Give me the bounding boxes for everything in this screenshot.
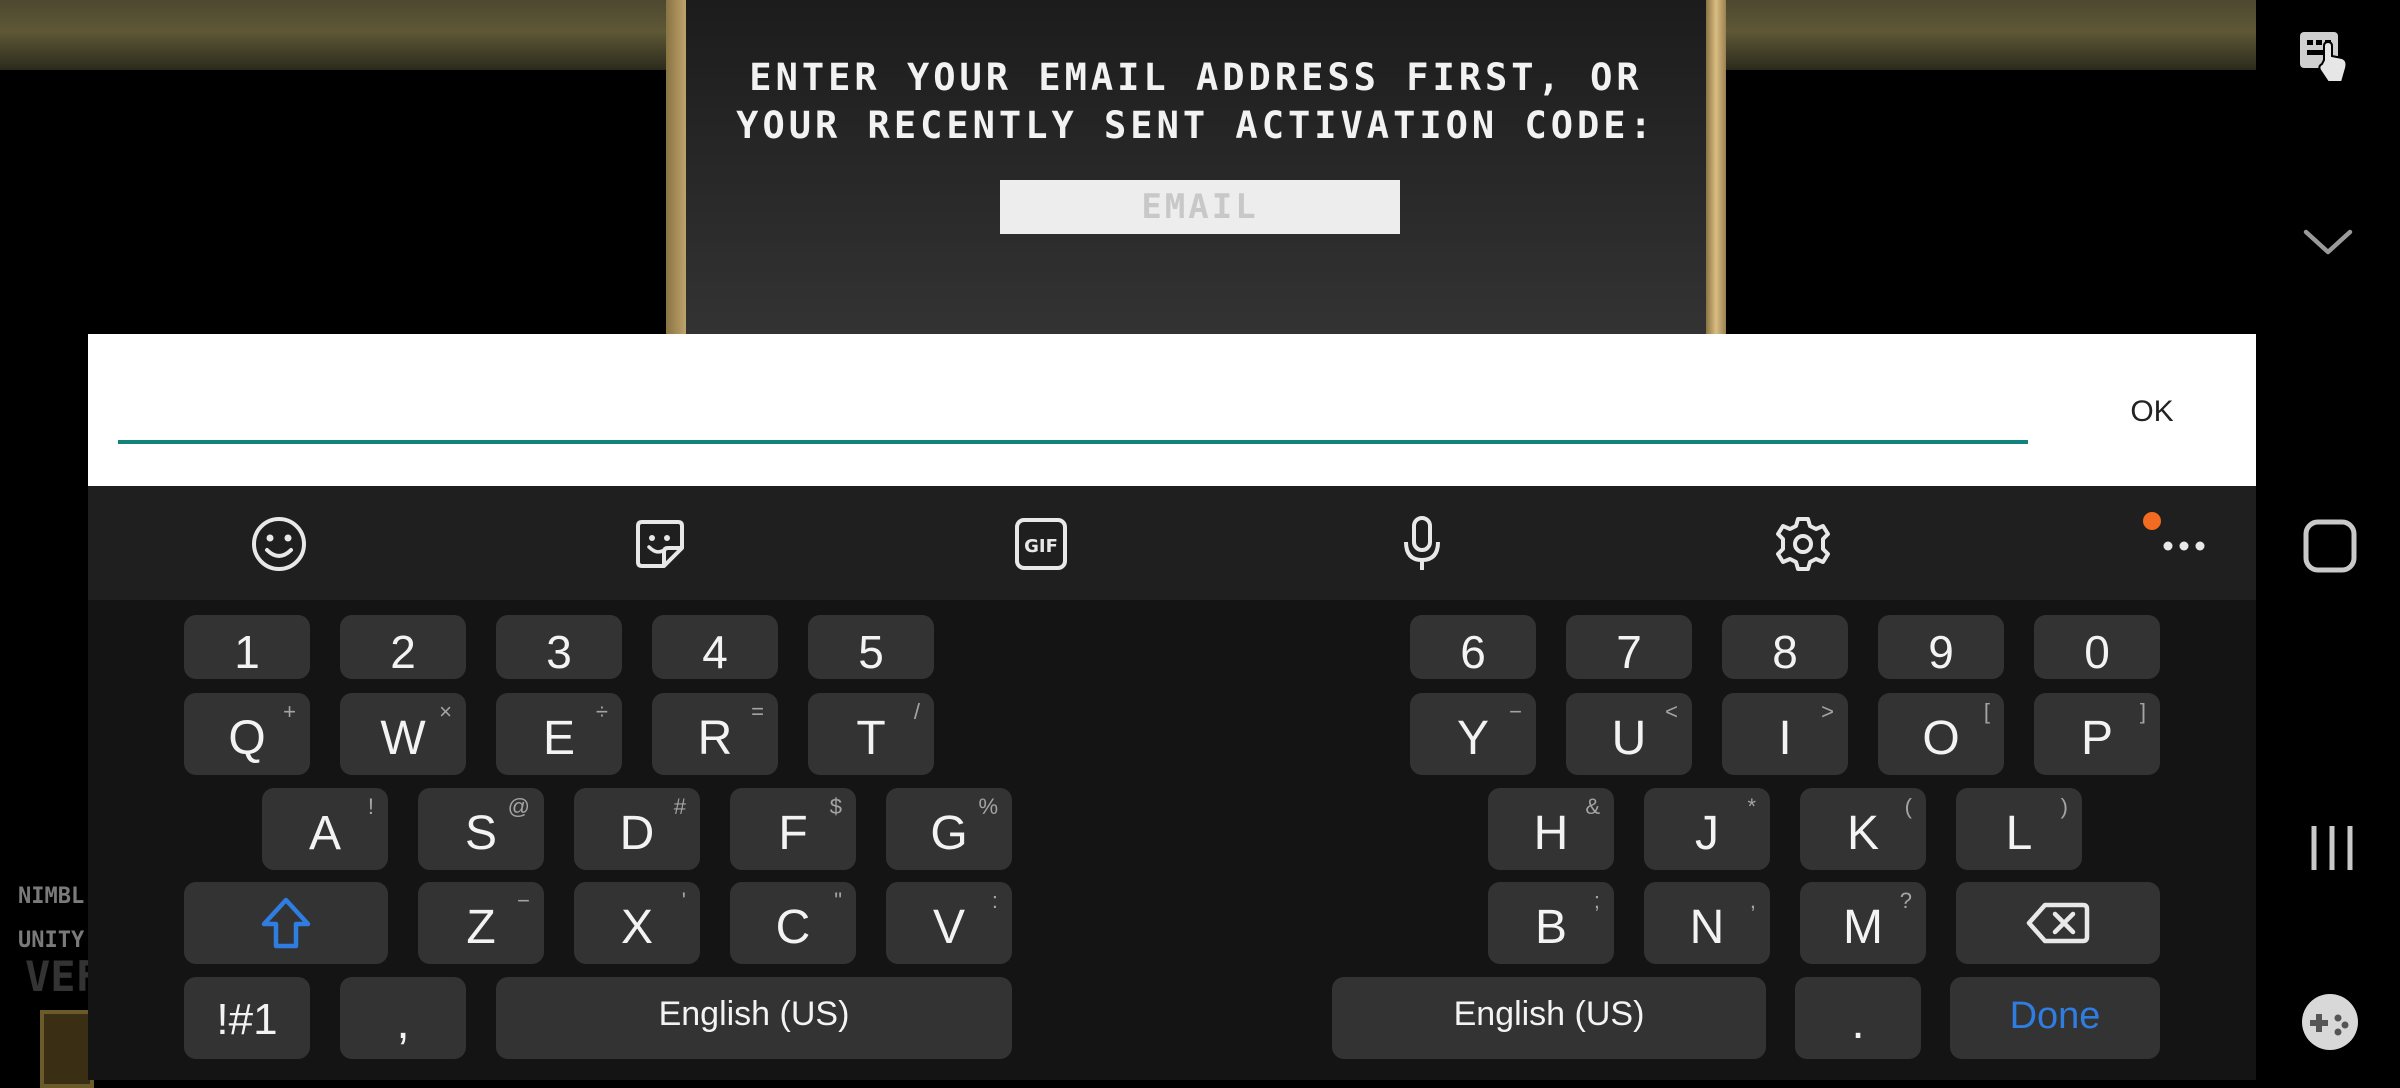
key-3[interactable]: 3 — [496, 615, 622, 679]
bottom-left-label-1: NIMBL — [18, 884, 85, 909]
key-s[interactable]: S @ — [418, 788, 544, 870]
shift-key[interactable] — [184, 882, 388, 964]
navigation-bar — [2256, 0, 2400, 1080]
gif-icon[interactable]: GIF — [1011, 514, 1071, 574]
key-h[interactable]: H & — [1488, 788, 1614, 870]
key-2[interactable]: 2 — [340, 615, 466, 679]
emoji-icon[interactable] — [249, 514, 309, 574]
key-5[interactable]: 5 — [808, 615, 934, 679]
key-w[interactable]: W × — [340, 693, 466, 775]
key-x[interactable]: X ' — [574, 882, 700, 964]
gamepad-icon[interactable] — [2300, 992, 2360, 1057]
gif-label: GIF — [1024, 536, 1058, 557]
prompt-line-2: YOUR RECENTLY SENT ACTIVATION CODE: — [736, 104, 1656, 147]
recents-icon[interactable] — [2308, 822, 2356, 879]
backspace-icon — [2026, 902, 2090, 944]
key-t[interactable]: T / — [808, 693, 934, 775]
key-f[interactable]: F $ — [730, 788, 856, 870]
key-c[interactable]: C " — [730, 882, 856, 964]
text-input-bar: OK — [88, 334, 2256, 486]
comma-key[interactable]: , — [340, 977, 466, 1059]
microphone-icon[interactable] — [1392, 514, 1452, 574]
key-7[interactable]: 7 — [1566, 615, 1692, 679]
key-u[interactable]: U < — [1566, 693, 1692, 775]
key-o[interactable]: O[ — [1878, 693, 2004, 775]
key-k[interactable]: K( — [1800, 788, 1926, 870]
key-g[interactable]: G% — [886, 788, 1012, 870]
keyboard-icon[interactable] — [2298, 28, 2356, 95]
key-y[interactable]: Y − — [1410, 693, 1536, 775]
key-m[interactable]: M? — [1800, 882, 1926, 964]
key-v[interactable]: V: — [886, 882, 1012, 964]
sticker-icon[interactable] — [630, 514, 690, 574]
key-n[interactable]: N, — [1644, 882, 1770, 964]
key-e[interactable]: E ÷ — [496, 693, 622, 775]
keyboard-toolbar: GIF — [88, 486, 2256, 600]
key-d[interactable]: D # — [574, 788, 700, 870]
activation-dialog — [686, 0, 1706, 335]
space-bar-right[interactable]: English (US) — [1332, 977, 1766, 1059]
ok-button[interactable]: OK — [2088, 384, 2216, 440]
shift-icon — [261, 897, 311, 949]
dialog-frame-right — [1706, 0, 1726, 335]
input-underline — [118, 440, 2028, 444]
key-8[interactable]: 8 — [1722, 615, 1848, 679]
bottom-left-ornament — [40, 1010, 94, 1088]
key-l[interactable]: L) — [1956, 788, 2082, 870]
key-q[interactable]: Q + — [184, 693, 310, 775]
key-6[interactable]: 6 — [1410, 615, 1536, 679]
done-key[interactable]: Done — [1950, 977, 2160, 1059]
space-bar-left[interactable]: English (US) — [496, 977, 1012, 1059]
key-9[interactable]: 9 — [1878, 615, 2004, 679]
period-key[interactable]: . — [1795, 977, 1921, 1059]
key-r[interactable]: R = — [652, 693, 778, 775]
symbols-key[interactable]: !#1 — [184, 977, 310, 1059]
settings-icon[interactable] — [1773, 514, 1833, 574]
keyboard: 1 2 3 4 5 6 7 8 9 0 Q + W × E ÷ R = T / Y − U <… — [88, 600, 2256, 1080]
backspace-key[interactable] — [1956, 882, 2160, 964]
key-1[interactable]: 1 — [184, 615, 310, 679]
text-input[interactable] — [118, 374, 2032, 436]
right-banner — [1726, 0, 2256, 70]
key-0[interactable]: 0 — [2034, 615, 2160, 679]
key-z[interactable]: Z − — [418, 882, 544, 964]
key-4[interactable]: 4 — [652, 615, 778, 679]
key-j[interactable]: J * — [1644, 788, 1770, 870]
home-icon[interactable] — [2302, 518, 2358, 579]
more-icon[interactable] — [2154, 514, 2214, 574]
key-a[interactable]: A! — [262, 788, 388, 870]
key-p[interactable]: P] — [2034, 693, 2160, 775]
notification-dot — [2143, 512, 2161, 530]
email-field[interactable]: EMAIL — [1000, 180, 1400, 234]
chevron-down-icon[interactable] — [2302, 224, 2354, 265]
left-banner — [0, 0, 666, 70]
key-b[interactable]: B; — [1488, 882, 1614, 964]
key-i[interactable]: I > — [1722, 693, 1848, 775]
prompt-line-1: ENTER YOUR EMAIL ADDRESS FIRST, OR — [749, 56, 1643, 99]
bottom-left-label-2: UNITY — [18, 928, 85, 953]
